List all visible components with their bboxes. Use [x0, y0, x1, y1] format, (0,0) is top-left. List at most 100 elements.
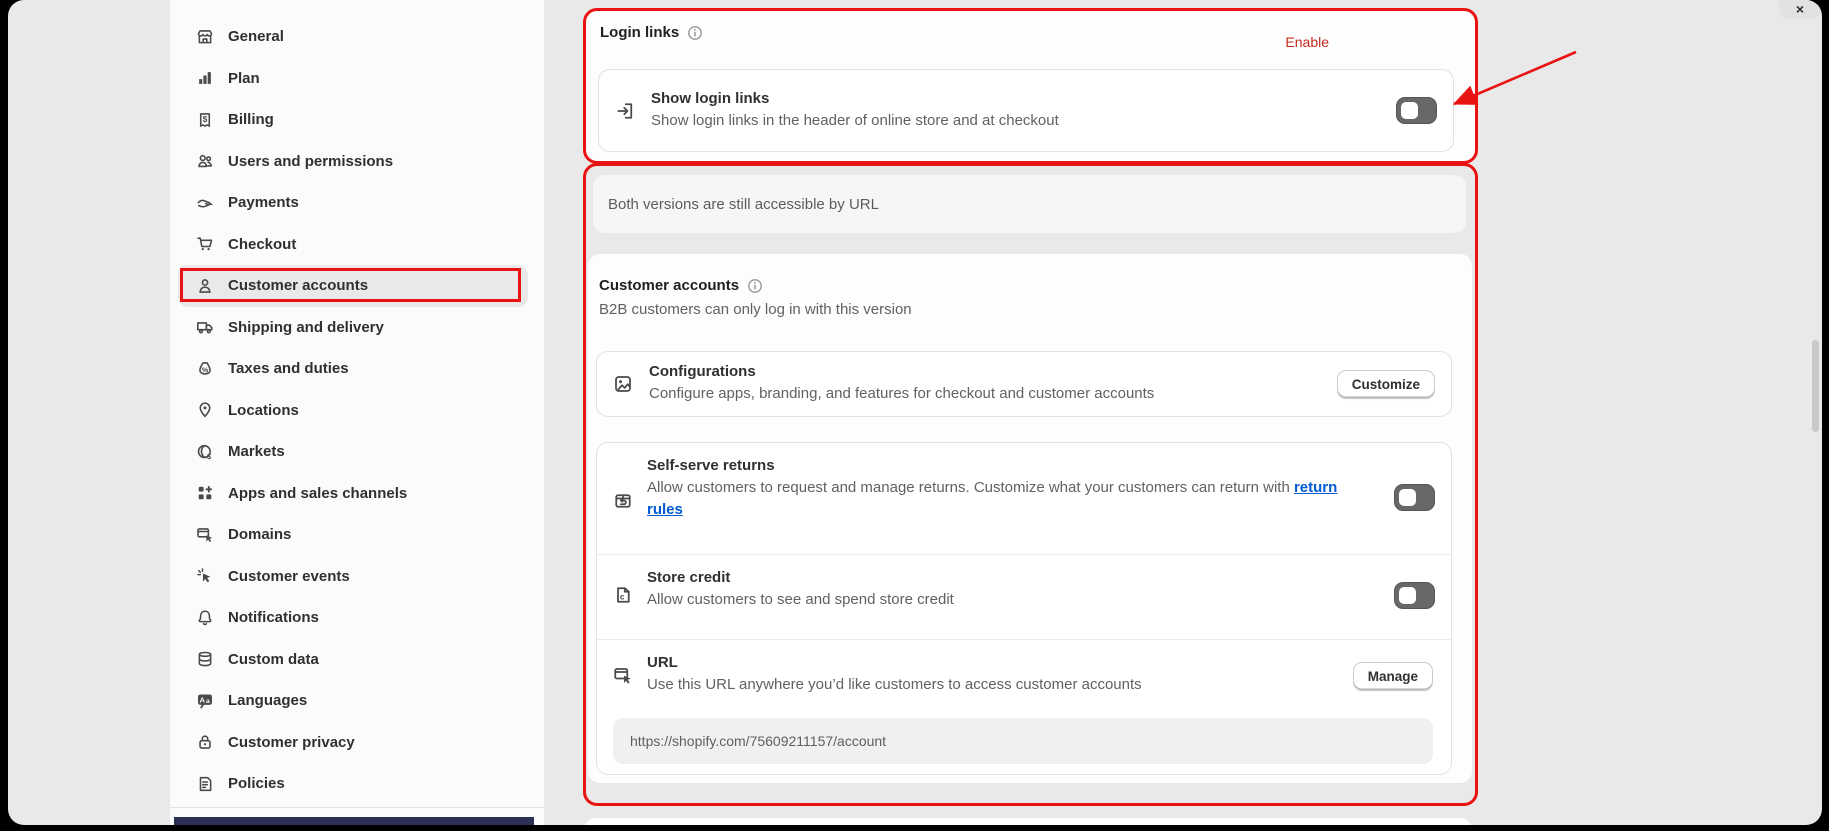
sidebar-item-label: Languages: [228, 692, 307, 709]
sidebar-item-label: Customer privacy: [228, 734, 355, 751]
show-login-links-title: Show login links: [651, 90, 1059, 107]
sidebar-item-languages[interactable]: Aa Languages: [178, 680, 528, 722]
svg-text:$: $: [207, 452, 211, 461]
location-icon: [196, 401, 214, 419]
close-button[interactable]: ×: [1779, 0, 1821, 19]
domains-icon: [196, 526, 214, 544]
show-login-links-toggle[interactable]: [1396, 97, 1437, 124]
sidebar-item-policies[interactable]: Policies: [178, 763, 528, 805]
policies-icon: [196, 775, 214, 793]
configurations-title: Configurations: [649, 363, 1154, 380]
sidebar-item-label: Customer events: [228, 568, 350, 585]
svg-text:a: a: [206, 698, 210, 705]
checkout-icon: [196, 235, 214, 253]
sidebar-item-label: Taxes and duties: [228, 360, 349, 377]
url-description: Use this URL anywhere you’d like custome…: [647, 674, 1142, 696]
svg-text:c: c: [620, 592, 625, 601]
svg-text:$: $: [203, 114, 208, 124]
shipping-icon: [196, 318, 214, 336]
store-icon: [196, 28, 214, 46]
sidebar-item-label: Custom data: [228, 651, 319, 668]
sidebar-item-billing[interactable]: $ Billing: [178, 99, 528, 141]
info-icon[interactable]: [747, 278, 763, 294]
sidebar-item-markets[interactable]: $ Markets: [178, 431, 528, 473]
sidebar-item-taxes-and-duties[interactable]: % Taxes and duties: [178, 348, 528, 390]
sidebar-item-customer-events[interactable]: Customer events: [178, 556, 528, 598]
person-icon: [196, 277, 214, 295]
sidebar-item-notifications[interactable]: Notifications: [178, 597, 528, 639]
customize-button[interactable]: Customize: [1337, 370, 1435, 399]
enable-annotation-text: Enable: [1285, 34, 1329, 50]
banner-text: Both versions are still accessible by UR…: [608, 196, 879, 213]
lock-icon: [196, 733, 214, 751]
sidebar-item-label: Billing: [228, 111, 274, 128]
payments-icon: [196, 194, 214, 212]
taxes-icon: %: [196, 360, 214, 378]
sidebar-item-payments[interactable]: Payments: [178, 182, 528, 224]
next-section-peek: [584, 818, 1472, 825]
sidebar-item-label: Domains: [228, 526, 291, 543]
sidebar-item-domains[interactable]: Domains: [178, 514, 528, 556]
sidebar-item-label: Policies: [228, 775, 285, 792]
sidebar-item-checkout[interactable]: Checkout: [178, 224, 528, 266]
sidebar-item-customer-accounts[interactable]: Customer accounts: [178, 265, 528, 307]
billing-icon: $: [196, 111, 214, 129]
sidebar-item-label: Checkout: [228, 236, 296, 253]
store-credit-toggle[interactable]: [1394, 582, 1435, 609]
svg-text:%: %: [202, 365, 209, 374]
apps-icon: [196, 484, 214, 502]
sidebar-item-custom-data[interactable]: Custom data: [178, 639, 528, 681]
settings-window: General Plan $ Billing Users and permissions…: [8, 0, 1822, 825]
toggle-knob: [1401, 102, 1418, 119]
show-login-links-description: Show login links in the header of online…: [651, 110, 1059, 132]
manage-button[interactable]: Manage: [1353, 662, 1433, 691]
sidebar-item-label: Markets: [228, 443, 285, 460]
sidebar-item-label: Apps and sales channels: [228, 485, 407, 502]
events-icon: [196, 567, 214, 585]
sidebar-item-label: Notifications: [228, 609, 319, 626]
sidebar-item-label: Customer accounts: [228, 277, 368, 294]
scrollbar-thumb[interactable]: [1812, 340, 1819, 432]
sidebar-item-general[interactable]: General: [178, 16, 528, 58]
self-serve-returns-row: Self-serve returns Allow customers to re…: [597, 443, 1451, 554]
store-credit-icon: c: [613, 585, 633, 605]
sidebar-item-label: Shipping and delivery: [228, 319, 384, 336]
sidebar-item-plan[interactable]: Plan: [178, 58, 528, 100]
store-credit-title: Store credit: [647, 569, 954, 586]
configurations-description: Configure apps, branding, and features f…: [649, 383, 1154, 405]
store-credit-description: Allow customers to see and spend store c…: [647, 589, 954, 611]
sidebar-item-label: General: [228, 28, 284, 45]
markets-icon: $: [196, 443, 214, 461]
url-row: URL Use this URL anywhere you’d like cus…: [597, 639, 1451, 775]
sidebar-item-label: Payments: [228, 194, 299, 211]
customer-accounts-title: Customer accounts: [599, 277, 739, 294]
configurations-row: Configurations Configure apps, branding,…: [596, 351, 1452, 417]
customer-accounts-subtitle: B2B customers can only log in with this …: [599, 301, 912, 318]
sidebar-item-customer-privacy[interactable]: Customer privacy: [178, 722, 528, 764]
settings-sidebar: General Plan $ Billing Users and permissions…: [170, 0, 544, 825]
sidebar-item-label: Locations: [228, 402, 299, 419]
sidebar-item-users-and-permissions[interactable]: Users and permissions: [178, 141, 528, 183]
sidebar-item-locations[interactable]: Locations: [178, 390, 528, 432]
url-title: URL: [647, 654, 1142, 671]
returns-icon: [613, 491, 633, 511]
sidebar-item-shipping-and-delivery[interactable]: Shipping and delivery: [178, 307, 528, 349]
customer-accounts-card: Customer accounts B2B customers can only…: [588, 254, 1472, 783]
show-login-links-row: Show login links Show login links in the…: [598, 69, 1454, 152]
info-icon[interactable]: [687, 25, 703, 41]
bell-icon: [196, 609, 214, 627]
self-serve-returns-toggle[interactable]: [1394, 484, 1435, 511]
customer-accounts-options-card: Self-serve returns Allow customers to re…: [596, 442, 1452, 775]
settings-content: Login links Enable Show login links Show…: [583, 0, 1478, 825]
sidebar-divider: [170, 807, 544, 808]
self-serve-returns-title: Self-serve returns: [647, 457, 1367, 474]
settings-nav: General Plan $ Billing Users and permissions…: [170, 0, 544, 805]
data-icon: [196, 650, 214, 668]
sidebar-item-apps-and-sales-channels[interactable]: Apps and sales channels: [178, 473, 528, 515]
login-icon: [615, 101, 635, 121]
account-url-field[interactable]: [613, 718, 1433, 764]
login-links-title: Login links: [600, 24, 679, 41]
svg-text:A: A: [200, 695, 206, 704]
self-serve-returns-description: Allow customers to request and manage re…: [647, 477, 1367, 521]
url-icon: [613, 666, 633, 686]
